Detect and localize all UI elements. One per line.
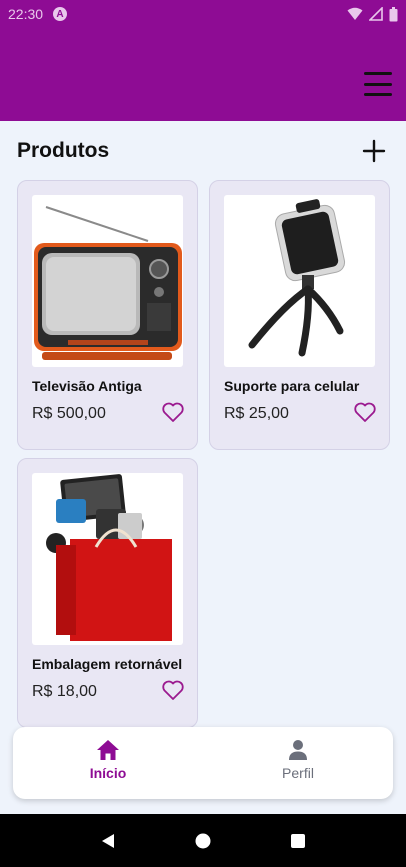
heart-icon[interactable] — [353, 401, 377, 423]
product-card[interactable]: Televisão Antiga R$ 500,00 — [17, 180, 198, 450]
hamburger-menu-icon[interactable] — [364, 72, 392, 96]
app-notification-icon: A — [53, 7, 68, 21]
nav-item-inicio[interactable]: Início — [48, 739, 168, 789]
home-circle-icon[interactable] — [195, 833, 211, 849]
bottom-navigation: Início Perfil — [13, 727, 393, 799]
product-price: R$ 25,00 — [224, 405, 289, 422]
product-price: R$ 500,00 — [32, 405, 106, 422]
battery-icon — [389, 6, 398, 21]
status-bar: 22:30 A — [0, 0, 406, 28]
product-name: Suporte para celular — [224, 378, 360, 394]
heart-icon[interactable] — [161, 679, 185, 701]
back-icon[interactable] — [100, 833, 116, 849]
status-time: 22:30 — [8, 6, 44, 22]
plus-icon[interactable] — [362, 138, 386, 164]
product-card[interactable]: Suporte para celular R$ 25,00 — [209, 180, 390, 450]
system-navigation-bar — [0, 814, 406, 867]
product-card[interactable]: Embalagem retornável R$ 18,00 — [17, 458, 198, 728]
person-icon — [289, 740, 307, 760]
shopping-bag-electronics-image — [32, 473, 183, 645]
nav-label: Início — [89, 765, 127, 781]
recents-icon[interactable] — [290, 833, 306, 849]
nav-label: Perfil — [282, 765, 314, 781]
product-name: Embalagem retornável — [32, 656, 183, 672]
signal-icon — [369, 7, 383, 21]
status-icons — [347, 6, 398, 22]
nav-item-perfil[interactable]: Perfil — [238, 739, 358, 789]
page-title: Produtos — [17, 139, 110, 162]
product-price: R$ 18,00 — [32, 683, 97, 700]
product-name: Televisão Antiga — [32, 378, 142, 394]
app-bar: 22:30 A — [0, 0, 406, 121]
wifi-icon — [347, 7, 363, 20]
home-icon — [97, 740, 119, 760]
heart-icon[interactable] — [161, 401, 185, 423]
phone-tripod-image — [224, 195, 375, 367]
old-tv-image — [32, 195, 183, 367]
